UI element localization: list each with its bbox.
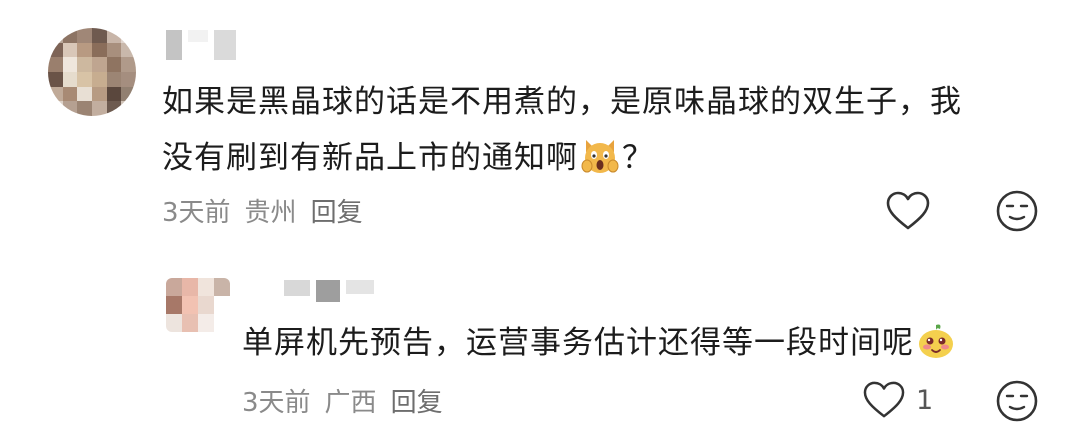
like-count: 1: [916, 385, 934, 416]
comment-text-line2-body: 没有刷到有新品上市的通知啊: [162, 140, 578, 176]
comment-meta: 3天前 贵州 回复: [162, 192, 363, 229]
neutral-face-icon[interactable]: [996, 190, 1038, 232]
username-blurred[interactable]: [284, 280, 374, 302]
screaming-cat-emoji: [581, 140, 619, 173]
comment-location: 贵州: [244, 198, 297, 228]
heart-outline-icon[interactable]: [885, 190, 931, 232]
comment-time: 3天前: [162, 198, 231, 228]
reply-text-body: 单屏机先预告，运营事务估计还得等一段时间呢: [242, 325, 914, 361]
reply-text: 单屏机先预告，运营事务估计还得等一段时间呢: [242, 315, 1042, 371]
reply-location: 广西: [324, 388, 377, 418]
reply-time: 3天前: [242, 388, 311, 418]
comment-text-suffix: ？: [622, 140, 654, 176]
neutral-face-icon[interactable]: [996, 380, 1038, 422]
comment-text: 如果是黑晶球的话是不用煮的，是原味晶球的双生子，我 没有刷到有新品上市的通知啊 …: [162, 74, 1042, 186]
comment-thread: 如果是黑晶球的话是不用煮的，是原味晶球的双生子，我 没有刷到有新品上市的通知啊 …: [0, 0, 1080, 435]
comment-text-line1: 如果是黑晶球的话是不用煮的，是原味晶球的双生子，我: [162, 84, 962, 120]
blushing-face-emoji: [919, 324, 953, 358]
avatar[interactable]: [166, 278, 230, 332]
avatar[interactable]: [48, 28, 136, 116]
reply-button[interactable]: 回复: [391, 382, 443, 419]
heart-outline-icon[interactable]: [862, 380, 906, 420]
reply-button[interactable]: 回复: [311, 192, 363, 229]
reply-meta: 3天前 广西 回复: [242, 382, 443, 419]
username-blurred[interactable]: [166, 30, 236, 60]
comment-text-line2: 没有刷到有新品上市的通知啊 ？: [162, 130, 1042, 186]
